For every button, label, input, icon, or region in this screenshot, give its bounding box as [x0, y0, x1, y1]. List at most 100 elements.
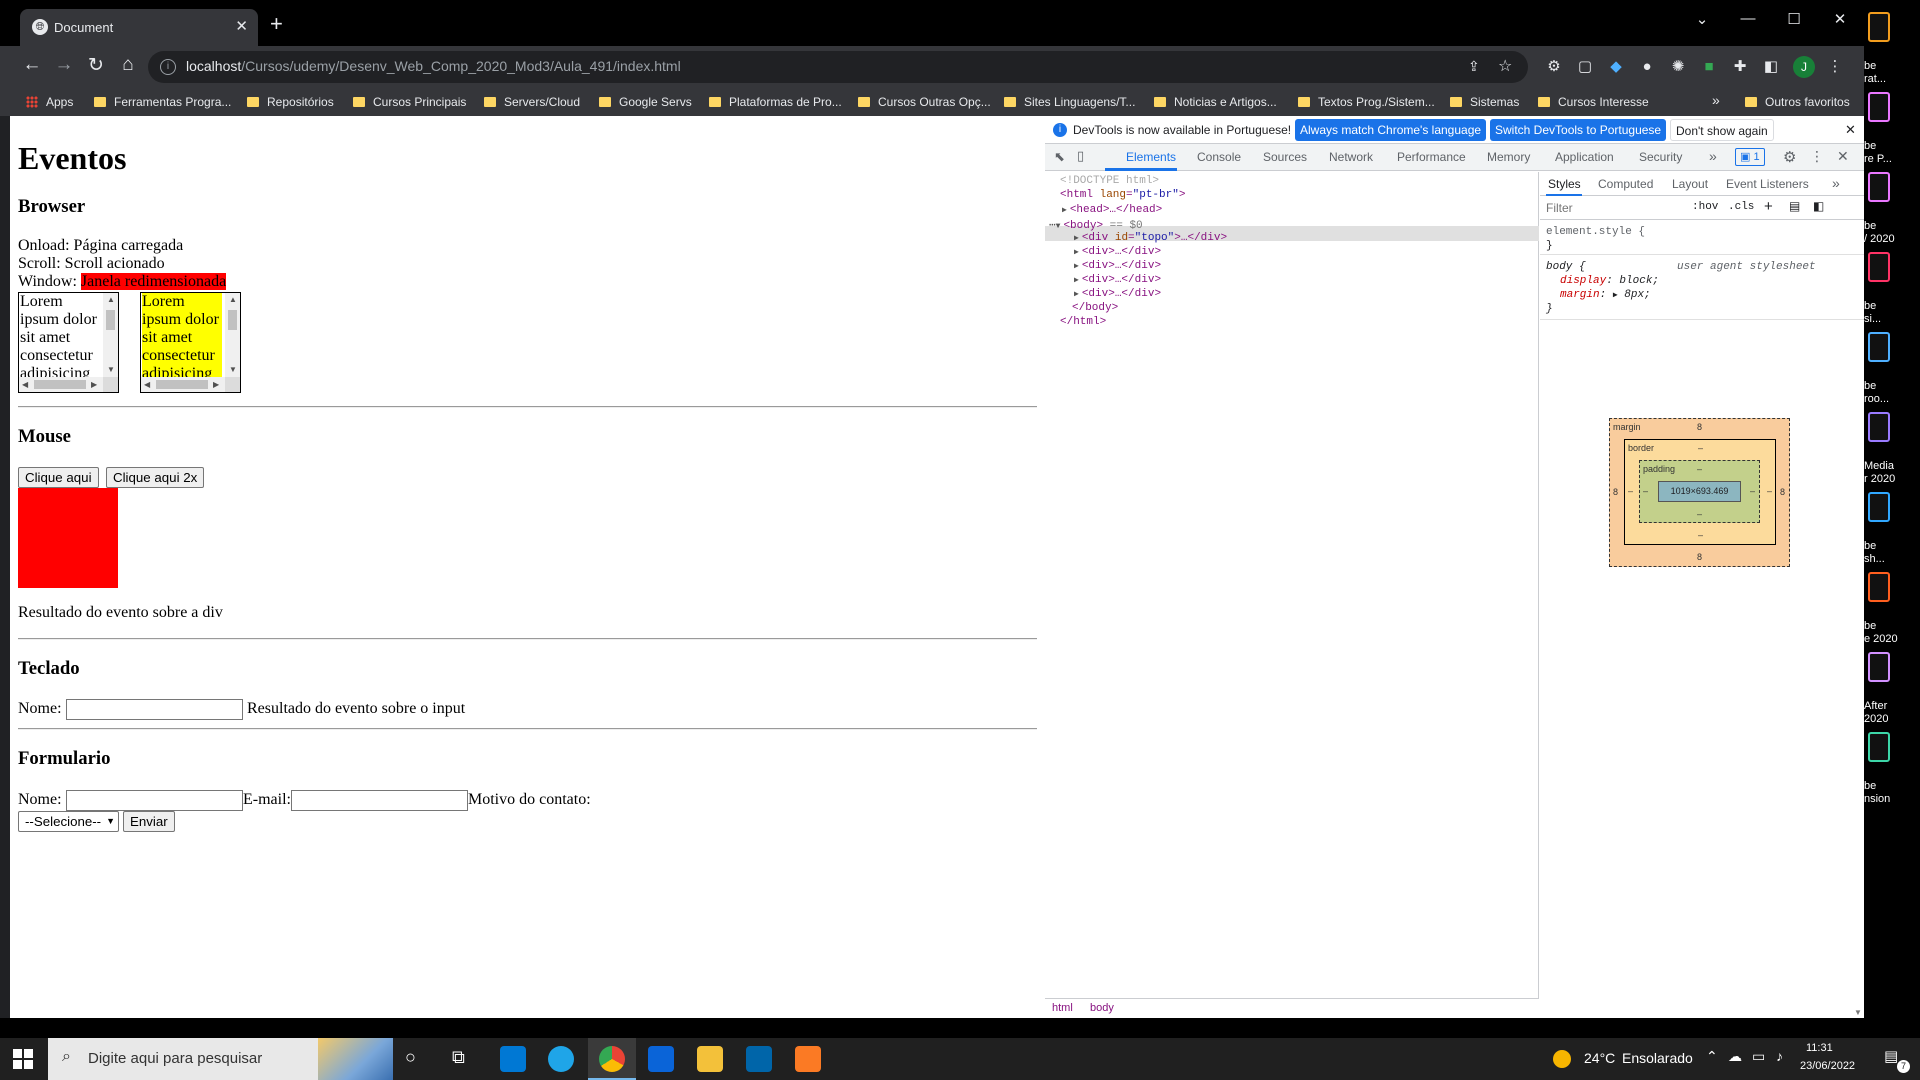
desktop-app-icon[interactable] [1868, 732, 1890, 762]
div-topo-node[interactable]: ▶ <div id="topo">…</div> [1074, 232, 1227, 244]
puzzle-icon[interactable]: ✚ [1731, 58, 1749, 76]
tab-styles[interactable]: Styles [1548, 177, 1581, 191]
address-bar[interactable]: i localhost/Cursos/udemy/Desenv_Web_Comp… [148, 51, 1528, 83]
reason-select[interactable]: --Selecione-- ▼ [18, 811, 119, 832]
bookmark-folder[interactable]: Servers/Cloud [484, 95, 580, 109]
add-rule-icon[interactable]: + [1764, 198, 1773, 215]
form-name-input[interactable] [66, 790, 243, 811]
microsoft-store-icon[interactable] [500, 1046, 526, 1072]
decl-display[interactable]: display: block; [1560, 275, 1659, 287]
expand-triangle-icon[interactable]: ▶ [1074, 248, 1079, 257]
tab-elements[interactable]: Elements [1126, 150, 1176, 164]
back-icon[interactable]: ← [18, 54, 46, 76]
body-node[interactable]: ⋯▼ <body> == $0 [1049, 218, 1143, 232]
extension-gear-icon[interactable]: ⚙ [1545, 58, 1563, 76]
class-toggle[interactable]: .cls [1728, 201, 1754, 213]
breadcrumb-body[interactable]: body [1090, 1002, 1114, 1014]
html-close-node[interactable]: </html> [1060, 316, 1106, 328]
tab-application[interactable]: Application [1555, 150, 1614, 164]
bookmark-folder[interactable]: Textos Prog./Sistem... [1298, 95, 1435, 109]
new-tab-button[interactable]: + [270, 13, 283, 35]
event-target-box[interactable] [18, 488, 118, 588]
div-node[interactable]: ▶ <div>…</div> [1074, 288, 1161, 300]
box-model-content[interactable]: 1019×693.469 [1658, 481, 1741, 502]
bookmark-folder[interactable]: Cursos Interesse [1538, 95, 1649, 109]
tab-network[interactable]: Network [1329, 150, 1373, 164]
decl-margin[interactable]: margin: ▶ 8px; [1560, 289, 1651, 301]
chevron-up-icon[interactable]: ⌃ [1706, 1048, 1718, 1065]
mail-icon[interactable] [648, 1046, 674, 1072]
desktop-app-icon[interactable] [1868, 572, 1890, 602]
windows-start-icon[interactable] [13, 1049, 33, 1069]
switch-language-button[interactable]: Switch DevTools to Portuguese [1490, 119, 1667, 141]
close-devtools-icon[interactable]: ✕ [1837, 148, 1849, 165]
horizontal-scroll-thumb[interactable] [34, 380, 86, 389]
bookmark-folder[interactable]: Sites Linguagens/T... [1004, 95, 1135, 109]
sidebar-toggle-icon[interactable]: ◧ [1813, 199, 1824, 213]
xampp-icon[interactable] [795, 1046, 821, 1072]
bookmark-folder[interactable]: Google Servs [599, 95, 692, 109]
extension-screen-icon[interactable]: ▢ [1576, 58, 1594, 76]
forward-icon[interactable]: → [50, 54, 78, 76]
head-node[interactable]: ▶ <head>…</head> [1062, 204, 1162, 216]
expand-triangle-icon[interactable]: ▶ [1613, 291, 1618, 300]
maximize-button[interactable]: ☐ [1774, 10, 1814, 28]
weather-sun-icon[interactable] [1553, 1050, 1571, 1068]
vertical-scrollbar[interactable]: ▲ ▼ [225, 293, 240, 377]
close-infobar-icon[interactable]: ✕ [1845, 122, 1856, 138]
margin-right-value[interactable]: 8 [1780, 487, 1785, 497]
desktop-app-icon[interactable] [1868, 92, 1890, 122]
breadcrumb-html[interactable]: html [1052, 1002, 1073, 1014]
html-node[interactable]: <html lang="pt-br"> [1060, 189, 1185, 201]
hover-state-toggle[interactable]: :hov [1692, 201, 1718, 213]
match-language-button[interactable]: Always match Chrome's language [1295, 119, 1487, 141]
double-click-button[interactable]: Clique aqui 2x [106, 467, 205, 488]
volume-icon[interactable]: ♪ [1776, 1048, 1783, 1064]
chrome-menu-icon[interactable]: ⋮ [1826, 58, 1844, 76]
scroll-box-highlight[interactable]: Lorem ipsum dolor sit amet consectetur a… [140, 292, 241, 393]
submit-button[interactable]: Enviar [123, 811, 175, 832]
keyboard-name-input[interactable] [66, 699, 243, 720]
device-toolbar-icon[interactable]: ▯ [1077, 148, 1084, 164]
weather-text[interactable]: Ensolarado [1622, 1050, 1693, 1066]
desktop-app-icon[interactable] [1868, 12, 1890, 42]
expand-triangle-icon[interactable]: ▶ [1062, 206, 1067, 215]
file-explorer-icon[interactable] [697, 1046, 723, 1072]
div-node[interactable]: ▶ <div>…</div> [1074, 260, 1161, 272]
other-bookmarks[interactable]: Outros favoritos [1745, 95, 1850, 109]
vertical-scrollbar[interactable]: ▲ ▼ [103, 293, 118, 377]
margin-left-value[interactable]: 8 [1613, 487, 1618, 497]
tab-sources[interactable]: Sources [1263, 150, 1307, 164]
bookmark-folder[interactable]: Repositórios [247, 95, 334, 109]
box-model-margin[interactable]: margin 8 8 8 8 border – – – – padding – … [1609, 418, 1790, 567]
styles-filter-input[interactable] [1546, 199, 1676, 217]
tab-console[interactable]: Console [1197, 150, 1241, 164]
bookmark-folder[interactable]: Ferramentas Progra... [94, 95, 231, 109]
scroll-box-plain[interactable]: Lorem ipsum dolor sit amet consectetur a… [18, 292, 119, 393]
profile-avatar[interactable]: J [1793, 56, 1815, 78]
expand-triangle-icon[interactable]: ▶ [1074, 290, 1079, 299]
edge-icon[interactable] [548, 1046, 574, 1072]
doctype-node[interactable]: <!DOCTYPE html> [1060, 175, 1159, 187]
clock-time[interactable]: 11:31 [1806, 1042, 1833, 1054]
desktop-app-icon[interactable] [1868, 492, 1890, 522]
box-model-padding[interactable]: padding – – – – 1019×693.469 [1639, 460, 1760, 523]
bookmark-folder[interactable]: Cursos Outras Opç... [858, 95, 991, 109]
share-icon[interactable]: ⇪ [1468, 58, 1480, 75]
click-button[interactable]: Clique aqui [18, 467, 99, 488]
minimize-button[interactable]: — [1728, 10, 1768, 27]
settings-gear-icon[interactable]: ⚙ [1783, 148, 1796, 166]
div-node[interactable]: ▶ <div>…</div> [1074, 246, 1161, 258]
body-close-node[interactable]: </body> [1072, 302, 1118, 314]
div-node[interactable]: ▶ <div>…</div> [1074, 274, 1161, 286]
browser-tab[interactable]: 🌐︎ Document ✕ [20, 9, 258, 46]
bookmarks-overflow[interactable]: » [1712, 92, 1720, 108]
vertical-scroll-thumb[interactable] [106, 310, 115, 330]
node-ellipsis-icon[interactable]: ⋯ [1049, 220, 1056, 232]
horizontal-scroll-thumb[interactable] [156, 380, 208, 389]
extension-green-icon[interactable]: ■ [1700, 58, 1718, 76]
tab-event-listeners[interactable]: Event Listeners [1726, 177, 1809, 191]
tab-computed[interactable]: Computed [1598, 177, 1653, 191]
form-email-input[interactable] [291, 790, 468, 811]
tab-security[interactable]: Security [1639, 150, 1682, 164]
